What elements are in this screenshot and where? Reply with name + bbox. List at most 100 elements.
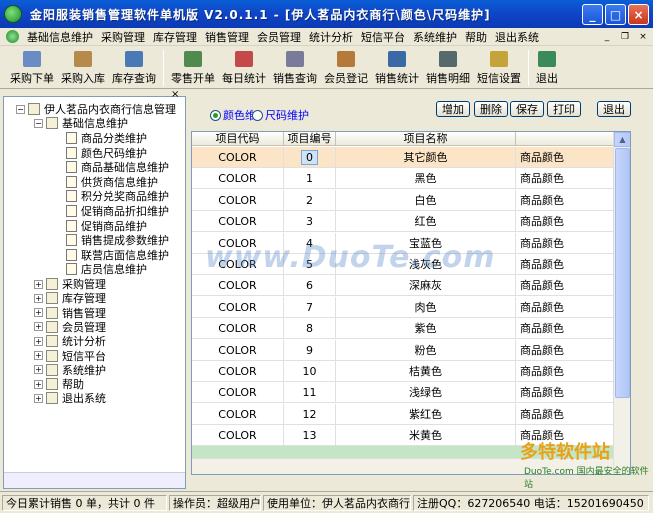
cell-code[interactable]: COLOR [192, 211, 284, 233]
cell-name[interactable]: 宝蓝色 [336, 232, 516, 254]
cell-code[interactable]: COLOR [192, 275, 284, 297]
tree-item-base[interactable]: − 基础信息维护 [34, 116, 128, 130]
cell-number[interactable]: 12 [284, 403, 336, 425]
cell-name[interactable]: 白色 [336, 189, 516, 211]
cell-name[interactable]: 桔黄色 [336, 361, 516, 382]
tree-item-module[interactable]: + 销售管理 [34, 306, 106, 320]
cell-name[interactable]: 紫红色 [336, 403, 516, 425]
menu-item[interactable]: 销售管理 [201, 29, 253, 45]
cell-number[interactable]: 2 [284, 189, 336, 211]
table-row[interactable]: COLOR 12 紫红色 商品颜色 [192, 403, 630, 425]
expand-icon[interactable]: + [34, 393, 43, 403]
cell-code[interactable]: COLOR [192, 168, 284, 190]
tree-item-module[interactable]: + 帮助 [34, 377, 84, 391]
print-button[interactable]: 打印 [547, 101, 581, 117]
expand-icon[interactable]: + [34, 379, 43, 389]
cell-number[interactable]: 1 [284, 168, 336, 190]
toolbar-button[interactable]: 短信设置 [477, 47, 521, 86]
tree-item-child[interactable]: 供货商信息维护 [66, 175, 158, 189]
cell-code[interactable]: COLOR [192, 425, 284, 447]
table-row[interactable]: COLOR 13 米黄色 商品颜色 [192, 425, 630, 447]
expand-icon[interactable]: + [34, 336, 43, 346]
delete-button[interactable]: 删除 [474, 101, 508, 117]
cell-code[interactable]: COLOR [192, 361, 284, 382]
cell-name[interactable]: 肉色 [336, 296, 516, 318]
tree-item-child[interactable]: 联营店面信息维护 [66, 248, 169, 262]
cell-name[interactable]: 深麻灰 [336, 275, 516, 297]
table-row[interactable]: COLOR 0 其它颜色 商品颜色 [192, 147, 630, 168]
toolbar-button[interactable]: 会员登记 [324, 47, 368, 86]
expand-icon[interactable]: + [34, 308, 43, 318]
cell-number[interactable]: 5 [284, 254, 336, 275]
toolbar-button[interactable]: 销售查询 [273, 47, 317, 86]
close-button[interactable]: × [628, 4, 649, 25]
cell-code[interactable]: COLOR [192, 382, 284, 404]
cell-number[interactable]: 7 [284, 296, 336, 318]
cell-name[interactable]: 浅绿色 [336, 382, 516, 404]
cell-name[interactable]: 红色 [336, 211, 516, 233]
table-row[interactable]: COLOR 11 浅绿色 商品颜色 [192, 382, 630, 404]
tree-item-child[interactable]: 促销商品折扣维护 [66, 204, 169, 218]
tree-item-child[interactable]: 商品基础信息维护 [66, 160, 169, 174]
table-row[interactable]: COLOR 2 白色 商品颜色 [192, 189, 630, 211]
toolbar-button[interactable]: 退出 [536, 47, 558, 86]
tree-item-module[interactable]: + 库存管理 [34, 291, 106, 305]
table-row[interactable]: COLOR 5 浅灰色 商品颜色 [192, 254, 630, 275]
cell-name[interactable]: 浅灰色 [336, 254, 516, 275]
cell-name[interactable]: 紫色 [336, 318, 516, 340]
table-row[interactable]: COLOR 9 粉色 商品颜色 [192, 339, 630, 361]
cell-code[interactable]: COLOR [192, 189, 284, 211]
menu-item[interactable]: 系统维护 [409, 29, 461, 45]
scroll-up-icon[interactable]: ▲ [614, 132, 630, 147]
mdi-close-button[interactable]: × [635, 30, 651, 44]
cell-code[interactable]: COLOR [192, 403, 284, 425]
menu-item[interactable]: 帮助 [461, 29, 491, 45]
header-code[interactable]: 项目代码 [192, 132, 284, 146]
tree-item-module[interactable]: + 短信平台 [34, 349, 106, 363]
radio-color[interactable]: 颜色维护 [210, 107, 253, 123]
cell-code[interactable]: COLOR [192, 296, 284, 318]
tree-item-child[interactable]: 销售提成参数维护 [66, 233, 169, 247]
expand-icon[interactable]: + [34, 365, 43, 375]
cell-name[interactable]: 粉色 [336, 339, 516, 361]
tree-horizontal-scrollbar[interactable] [4, 472, 185, 488]
expand-icon[interactable]: + [34, 351, 43, 360]
table-row[interactable]: COLOR 6 深麻灰 商品颜色 [192, 275, 630, 297]
cell-number[interactable]: 13 [284, 425, 336, 447]
tree-item-child[interactable]: 商品分类维护 [66, 131, 147, 145]
mdi-minimize-button[interactable]: _ [599, 30, 615, 44]
table-row[interactable]: COLOR 1 黑色 商品颜色 [192, 168, 630, 190]
cell-code[interactable]: COLOR [192, 318, 284, 340]
header-number[interactable]: 项目编号 [284, 132, 336, 146]
table-row[interactable]: COLOR 4 宝蓝色 商品颜色 [192, 232, 630, 254]
menu-item[interactable]: 库存管理 [149, 29, 201, 45]
toolbar-button[interactable]: 零售开单 [171, 47, 215, 86]
tree-item-module[interactable]: + 采购管理 [34, 277, 106, 291]
tree-item-child[interactable]: 促销商品维护 [66, 219, 147, 233]
toolbar-button[interactable]: 采购入库 [61, 47, 105, 86]
radio-color-dot[interactable] [210, 109, 221, 121]
tree-item-module[interactable]: + 退出系统 [34, 391, 106, 405]
toolbar-button[interactable]: 销售统计 [375, 47, 419, 86]
table-row[interactable]: COLOR 10 桔黄色 商品颜色 [192, 361, 630, 382]
radio-size-dot[interactable] [252, 109, 263, 121]
toolbar-button[interactable]: 每日统计 [222, 47, 266, 86]
cell-number[interactable]: 6 [284, 275, 336, 297]
cell-code[interactable]: COLOR [192, 147, 284, 168]
tree-item-child[interactable]: 积分兑奖商品维护 [66, 189, 169, 203]
expand-icon[interactable]: + [34, 322, 43, 332]
header-name[interactable]: 项目名称 [336, 132, 516, 146]
cell-name[interactable]: 其它颜色 [336, 147, 516, 168]
exit-button[interactable]: 退出 [597, 101, 631, 117]
expand-icon[interactable]: + [34, 293, 43, 303]
menu-item[interactable]: 退出系统 [491, 29, 543, 45]
tree-item-child[interactable]: 颜色尺码维护 [66, 146, 147, 160]
cell-number[interactable]: 9 [284, 339, 336, 361]
expand-icon[interactable]: + [34, 279, 43, 289]
menu-app-icon[interactable] [6, 30, 19, 43]
table-row[interactable]: COLOR 3 红色 商品颜色 [192, 211, 630, 233]
radio-size[interactable]: 尺码维护 [252, 107, 309, 123]
cell-code[interactable]: COLOR [192, 339, 284, 361]
toolbar-button[interactable]: 库存查询 [112, 47, 156, 86]
grid-horizontal-scrollbar[interactable] [192, 458, 615, 474]
